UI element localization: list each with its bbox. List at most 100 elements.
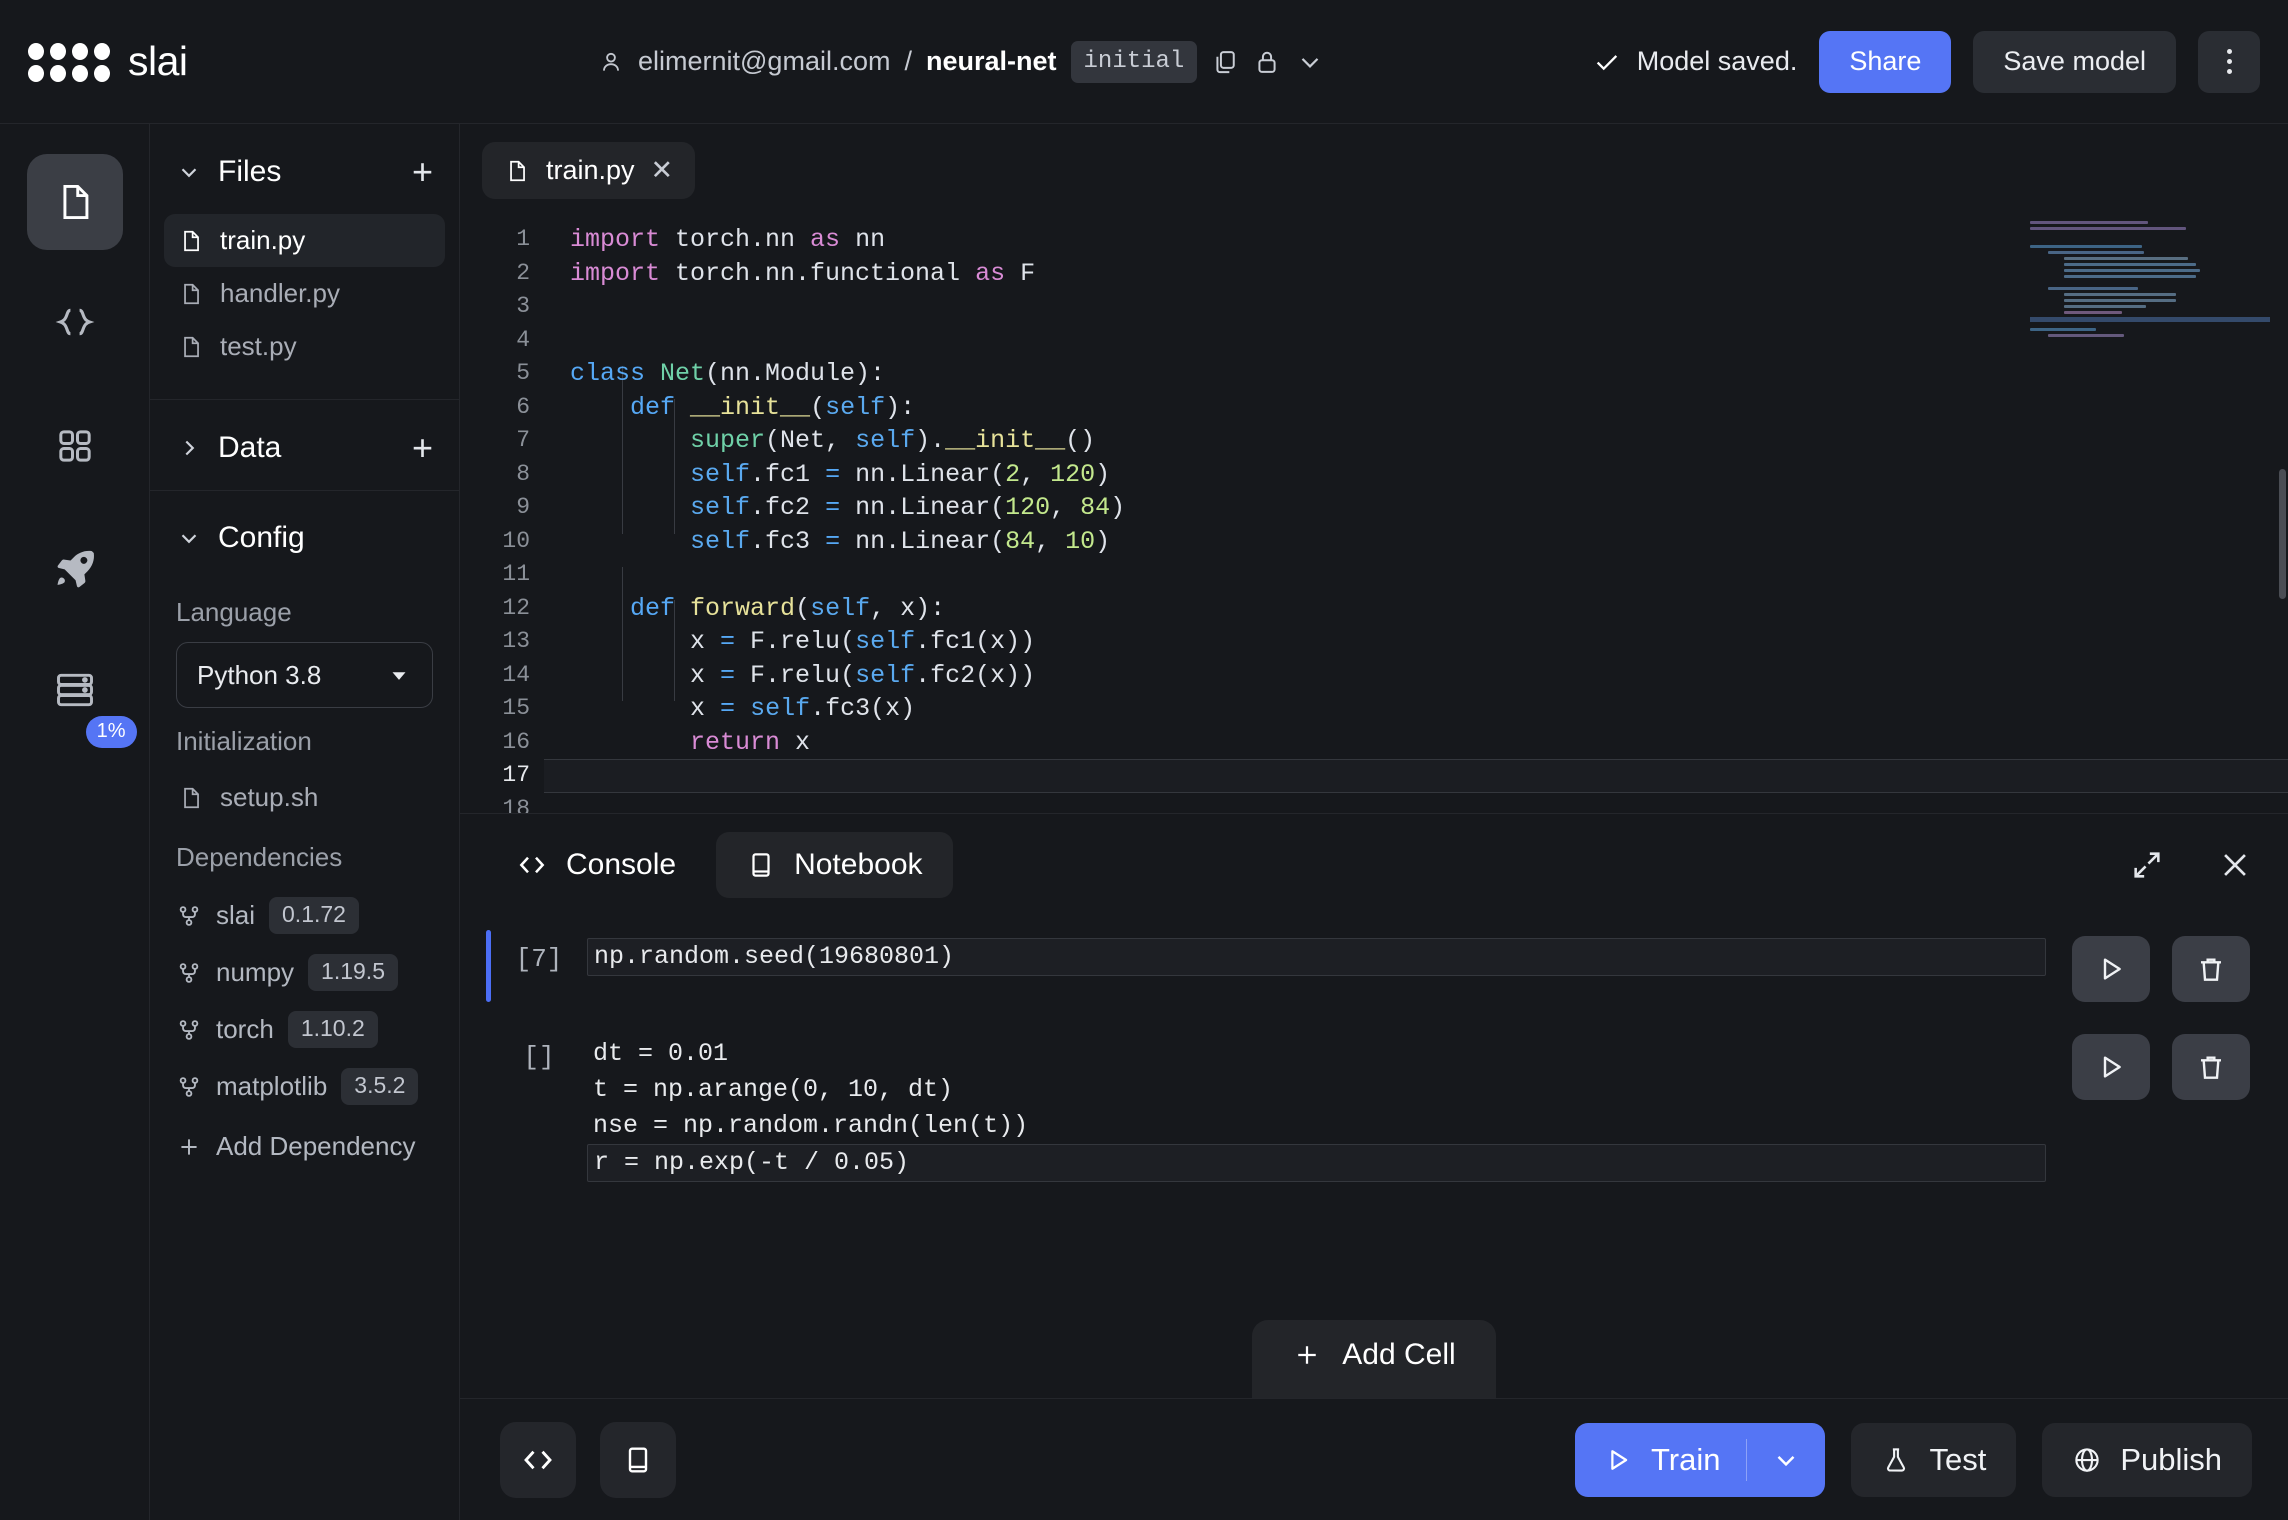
file-icon xyxy=(178,228,204,254)
breadcrumb: elimernit@gmail.com / neural-net initial xyxy=(598,40,1325,83)
save-model-button[interactable]: Save model xyxy=(1973,30,2176,93)
language-select[interactable]: Python 3.8 xyxy=(176,642,433,708)
plus-icon xyxy=(176,1134,202,1160)
check-icon xyxy=(1596,54,1617,70)
add-file-button[interactable]: + xyxy=(412,154,433,190)
user-icon xyxy=(598,49,624,75)
file-item-test[interactable]: test.py xyxy=(164,320,445,373)
app-root: slai elimernit@gmail.com / neural-net in… xyxy=(0,0,2288,1520)
code-line: self.fc2 = nn.Linear(120, 84) xyxy=(690,493,1126,522)
dependency-item-matplotlib[interactable]: matplotlib 3.5.2 xyxy=(150,1058,459,1115)
file-item-setup[interactable]: setup.sh xyxy=(164,771,445,824)
cell-line: np.random.seed(19680801) xyxy=(587,938,2046,976)
kebab-icon xyxy=(2226,49,2232,74)
code-minimap[interactable] xyxy=(2030,221,2270,781)
code-line-active xyxy=(544,759,2288,793)
editor-tab-train[interactable]: train.py ✕ xyxy=(482,142,696,199)
notebook-cell[interactable]: [] dt = 0.01 t = np.arange(0, 10, dt) ns… xyxy=(460,1028,2288,1182)
tab-notebook-label: Notebook xyxy=(794,848,923,881)
save-status: Model saved. xyxy=(1593,46,1798,77)
grid-icon xyxy=(58,430,91,462)
cell-editor[interactable]: dt = 0.01 t = np.arange(0, 10, dt) nse =… xyxy=(587,1028,2046,1182)
play-icon xyxy=(2103,1056,2121,1078)
code-line: self.fc3 = nn.Linear(84, 10) xyxy=(690,526,1111,556)
share-button[interactable]: Share xyxy=(1819,30,1952,93)
add-dependency-button[interactable]: Add Dependency xyxy=(150,1115,459,1178)
dependency-item-torch[interactable]: torch 1.10.2 xyxy=(150,1001,459,1058)
bottom-right-buttons: Train Test Publish xyxy=(1574,1422,2252,1497)
dependency-item-numpy[interactable]: numpy 1.19.5 xyxy=(150,944,459,1001)
file-icon xyxy=(178,785,204,811)
chevron-down-icon xyxy=(386,662,412,688)
data-section-header[interactable]: Data + xyxy=(150,400,459,490)
copy-icon[interactable] xyxy=(1211,48,1239,76)
dependency-item-slai[interactable]: slai 0.1.72 xyxy=(150,887,459,944)
chevron-right-icon xyxy=(176,435,202,461)
rail-item-compute[interactable]: 1% xyxy=(27,642,137,748)
flask-icon xyxy=(1887,1447,1906,1472)
file-item-train[interactable]: train.py xyxy=(164,214,445,267)
branch-icon xyxy=(176,903,202,929)
add-cell-button[interactable]: Add Cell xyxy=(1252,1320,1496,1398)
dependency-version: 3.5.2 xyxy=(341,1068,419,1105)
compute-usage-badge: 1% xyxy=(85,716,137,748)
code-line: class Net(nn.Module): xyxy=(570,359,886,388)
rail-item-code[interactable] xyxy=(27,276,123,372)
cell-editor[interactable]: np.random.seed(19680801) xyxy=(587,930,2046,976)
dependency-name: slai xyxy=(216,900,256,930)
config-section-header[interactable]: Config xyxy=(150,491,459,579)
code-surface[interactable]: 1 2 3 4 5 6 7 8 9 10 11 12 13 14 15 16 1… xyxy=(460,199,2288,813)
chevron-down-icon[interactable] xyxy=(1295,47,1325,77)
toggle-console-button[interactable] xyxy=(500,1421,576,1498)
expand-icon[interactable] xyxy=(2130,848,2164,882)
rocket-icon xyxy=(57,550,94,588)
branch-chip[interactable]: initial xyxy=(1070,40,1198,83)
lock-icon[interactable] xyxy=(1253,48,1281,76)
close-icon[interactable]: ✕ xyxy=(651,155,674,186)
brand-name: slai xyxy=(128,38,188,84)
play-icon xyxy=(2103,958,2121,980)
cell-actions xyxy=(2072,1028,2250,1100)
tab-console[interactable]: Console xyxy=(486,832,706,898)
config-section-title: Config xyxy=(218,521,305,554)
files-section-header[interactable]: Files + xyxy=(150,124,459,214)
train-dropdown-button[interactable] xyxy=(1747,1445,1825,1475)
left-panel: Files + train.py handler.py test.py Data… xyxy=(150,124,460,1520)
notebook-cells: [7] np.random.seed(19680801) [] dt = 0.0… xyxy=(460,916,2288,1398)
file-label: handler.py xyxy=(220,278,340,308)
toggle-notebook-button[interactable] xyxy=(600,1421,676,1498)
train-button[interactable]: Train xyxy=(1575,1442,1746,1478)
scrollbar-thumb[interactable] xyxy=(2279,469,2286,599)
breadcrumb-project[interactable]: neural-net xyxy=(926,46,1057,77)
notebook-cell[interactable]: [7] np.random.seed(19680801) xyxy=(460,930,2288,1002)
test-button[interactable]: Test xyxy=(1851,1422,2017,1497)
code-line: x = self.fc3(x) xyxy=(570,694,916,723)
brand[interactable]: slai xyxy=(28,38,598,85)
run-cell-button[interactable] xyxy=(2072,936,2150,1002)
rail-item-files[interactable] xyxy=(26,154,123,250)
rail-item-deploy[interactable] xyxy=(27,520,123,616)
cell-line: nse = np.random.randn(len(t)) xyxy=(593,1111,1029,1140)
delete-cell-button[interactable] xyxy=(2172,936,2250,1002)
run-cell-button[interactable] xyxy=(2072,1034,2150,1100)
train-label: Train xyxy=(1650,1441,1721,1477)
rail-item-apps[interactable] xyxy=(27,398,123,494)
cell-index: [7] xyxy=(515,944,563,974)
close-icon[interactable] xyxy=(2218,848,2252,882)
file-item-handler[interactable]: handler.py xyxy=(164,267,445,320)
more-options-button[interactable] xyxy=(2198,30,2260,93)
breadcrumb-account[interactable]: elimernit@gmail.com xyxy=(638,46,890,77)
chevron-down-icon xyxy=(176,525,202,551)
top-bar-actions: Model saved. Share Save model xyxy=(1593,30,2260,93)
code-line: x = F.relu(self.fc2(x)) xyxy=(570,660,1036,690)
tab-notebook[interactable]: Notebook xyxy=(716,832,953,898)
delete-cell-button[interactable] xyxy=(2172,1034,2250,1100)
dependency-name: matplotlib xyxy=(216,1071,328,1101)
editor-scrollbar[interactable] xyxy=(2278,199,2288,813)
add-data-button[interactable]: + xyxy=(412,430,433,466)
dependency-version: 1.10.2 xyxy=(287,1011,378,1048)
publish-button[interactable]: Publish xyxy=(2042,1422,2252,1497)
code-lines[interactable]: import torch.nn as nn import torch.nn.fu… xyxy=(544,199,2288,813)
save-status-text: Model saved. xyxy=(1636,46,1798,76)
editor-tab-label: train.py xyxy=(546,155,635,185)
